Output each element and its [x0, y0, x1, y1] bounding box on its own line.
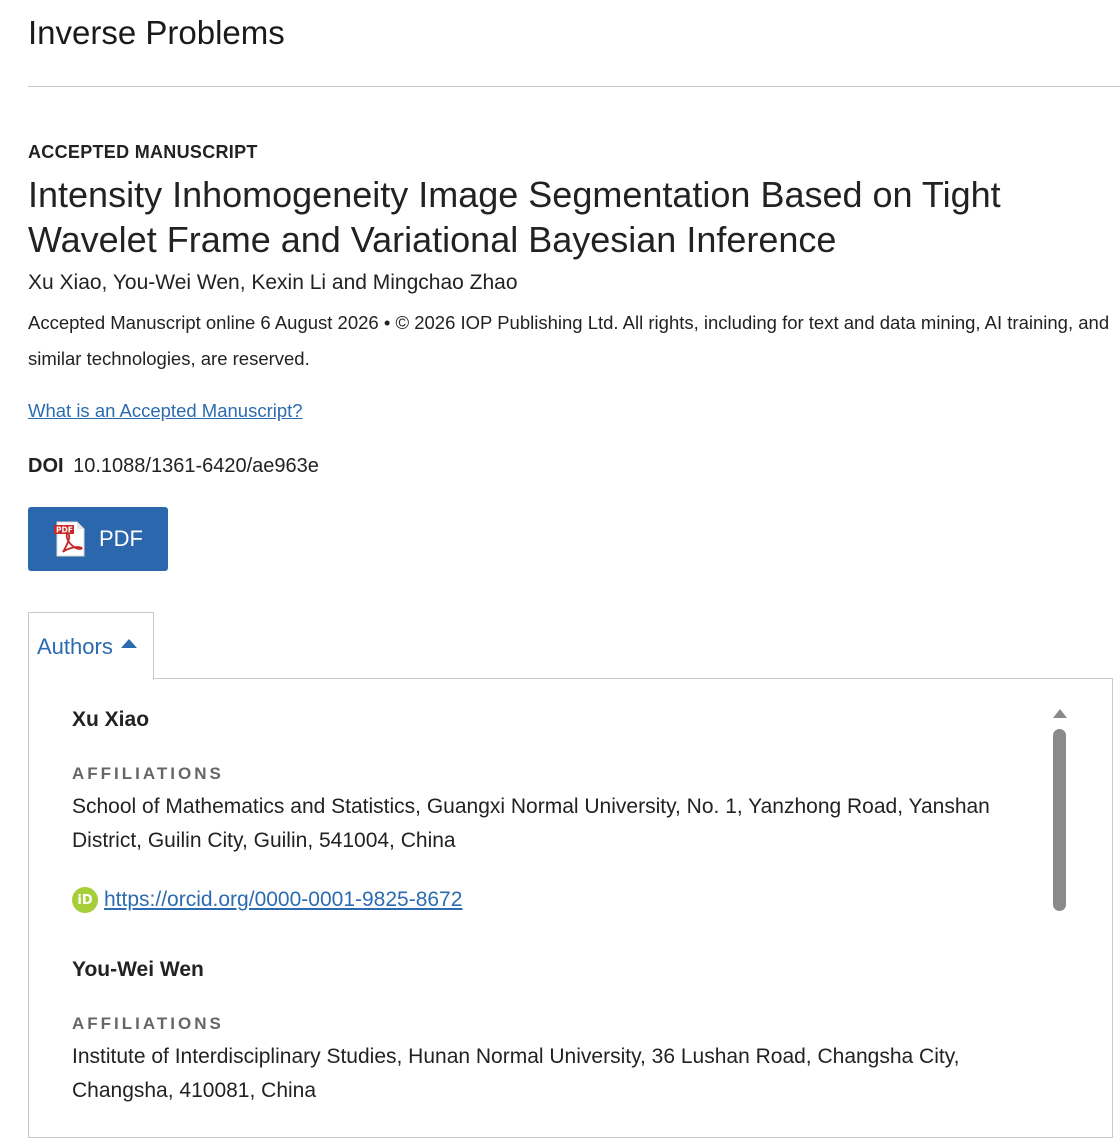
caret-up-icon	[120, 639, 137, 648]
accepted-manuscript-info-link[interactable]: What is an Accepted Manuscript?	[28, 400, 303, 422]
tab-authors-label: Authors	[37, 633, 113, 659]
svg-text:PDF: PDF	[56, 526, 73, 535]
doi-value[interactable]: 10.1088/1361-6420/ae963e	[73, 455, 319, 477]
affiliations-label: AFFILIATIONS	[72, 764, 224, 783]
affiliations-label: AFFILIATIONS	[72, 1014, 224, 1033]
orcid-link[interactable]: https://orcid.org/0000-0001-9825-8672	[104, 888, 462, 912]
affiliation-text: Institute of Interdisciplinary Studies, …	[72, 1045, 960, 1102]
author-name: You-Wei Wen	[72, 958, 204, 981]
scrollbar-thumb[interactable]	[1053, 729, 1066, 911]
pdf-download-button[interactable]: PDF PDF	[28, 507, 168, 571]
header-divider	[28, 86, 1120, 87]
pdf-icon: PDF	[54, 521, 85, 557]
authors-panel[interactable]: Xu Xiao AFFILIATIONS School of Mathemati…	[28, 678, 1113, 1138]
article-type-label: ACCEPTED MANUSCRIPT	[28, 142, 258, 162]
tab-authors[interactable]: Authors	[28, 612, 154, 680]
orcid-icon: iD	[72, 887, 98, 913]
doi-label: DOI	[28, 455, 64, 477]
orcid-row: iD https://orcid.org/0000-0001-9825-8672	[72, 887, 462, 913]
article-authors: Xu Xiao, You-Wei Wen, Kexin Li and Mingc…	[28, 271, 518, 294]
affiliation-text: School of Mathematics and Statistics, Gu…	[72, 795, 990, 852]
scroll-up-icon[interactable]	[1053, 709, 1067, 718]
journal-title[interactable]: Inverse Problems	[28, 14, 285, 52]
publication-info: Accepted Manuscript online 6 August 2026…	[28, 312, 1110, 369]
author-name: Xu Xiao	[72, 708, 150, 731]
article-title: Intensity Inhomogeneity Image Segmentati…	[28, 174, 1001, 260]
doi-line: DOI 10.1088/1361-6420/ae963e	[28, 455, 319, 478]
pdf-button-label: PDF	[99, 526, 143, 551]
